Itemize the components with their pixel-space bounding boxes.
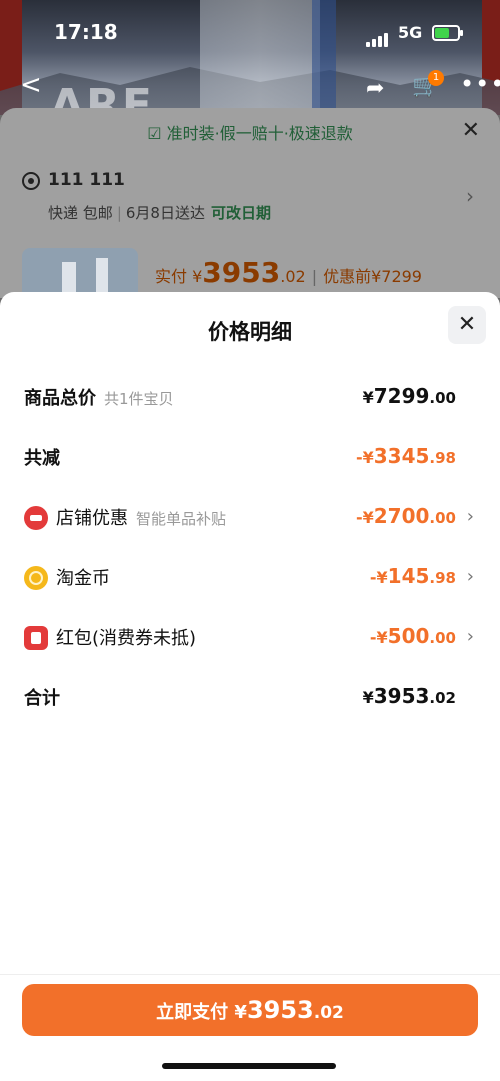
divider [0,974,500,975]
location-icon [22,172,40,190]
row-value: -¥2700.00 [355,504,456,528]
status-bar: 17:18 5G [0,0,500,60]
close-icon[interactable]: ✕ [462,118,480,143]
status-time: 17:18 [54,20,118,44]
top-nav: < ➦ 🛒 1 ••• [0,70,500,110]
change-date-link[interactable]: 可改日期 [211,204,271,222]
row-label: 淘金币 [56,568,110,589]
shop-discount-icon [24,506,48,530]
network-type: 5G [398,23,423,42]
price-row-red-packet[interactable]: 红包(消费券未抵) -¥500.00 › [0,616,500,656]
address-name[interactable]: 111 111 [48,170,125,190]
more-icon[interactable]: ••• [460,70,500,98]
row-label: 店铺优惠 智能单品补贴 [56,508,227,529]
close-button[interactable]: ✕ [448,306,486,344]
red-packet-icon [24,626,48,650]
cart-badge: 1 [428,70,444,86]
price-row-total: 商品总价 共1件宝贝 ¥7299.00 [0,376,500,416]
pay-now-button[interactable]: 立即支付 ¥3953.02 [22,984,478,1036]
row-label: 红包(消费券未抵) [56,628,197,649]
row-value: ¥7299.00 [362,384,456,408]
coin-icon [24,566,48,590]
battery-icon [432,25,463,41]
price-row-coins[interactable]: 淘金币 -¥145.98 › [0,556,500,596]
price-row-shop-discount[interactable]: 店铺优惠 智能单品补贴 -¥2700.00 › [0,496,500,536]
product-thumbnail [22,248,138,298]
chevron-right-icon: › [466,506,474,527]
sheet-title: 价格明细 [208,320,292,344]
share-icon[interactable]: ➦ [366,76,384,101]
back-icon[interactable]: < [20,70,42,100]
delivery-info: 快递 包邮 | 6月8日送达 可改日期 [48,204,271,222]
row-label: 商品总价 共1件宝贝 [24,388,174,409]
close-icon: ✕ [457,312,477,337]
row-value: ¥3953.02 [362,684,456,708]
chevron-right-icon[interactable]: › [466,184,474,208]
row-value: -¥3345.98 [355,444,456,468]
row-value: -¥145.98 [369,564,456,588]
signal-icon [366,28,390,47]
paid-summary: 实付 ¥3953.02 | 优惠前¥7299 [155,256,422,289]
row-label: 合计 [24,688,60,709]
price-row-sum: 合计 ¥3953.02 [0,676,500,716]
guarantee-text: ☑ 准时装·假一赔十·极速退款 [147,124,353,143]
row-value: -¥500.00 [369,624,456,648]
chevron-right-icon: › [466,626,474,647]
row-label: 共减 [24,448,60,469]
price-row-discount-total: 共减 -¥3345.98 [0,436,500,476]
chevron-right-icon: › [466,566,474,587]
home-indicator[interactable] [162,1063,336,1069]
order-panel-background: ☑ 准时装·假一赔十·极速退款 ✕ 111 111 快递 包邮 | 6月8日送达 可改… [0,108,500,298]
price-detail-sheet: 价格明细 ✕ 商品总价 共1件宝贝 ¥7299.00 共减 -¥3345.98 店… [0,292,500,1081]
